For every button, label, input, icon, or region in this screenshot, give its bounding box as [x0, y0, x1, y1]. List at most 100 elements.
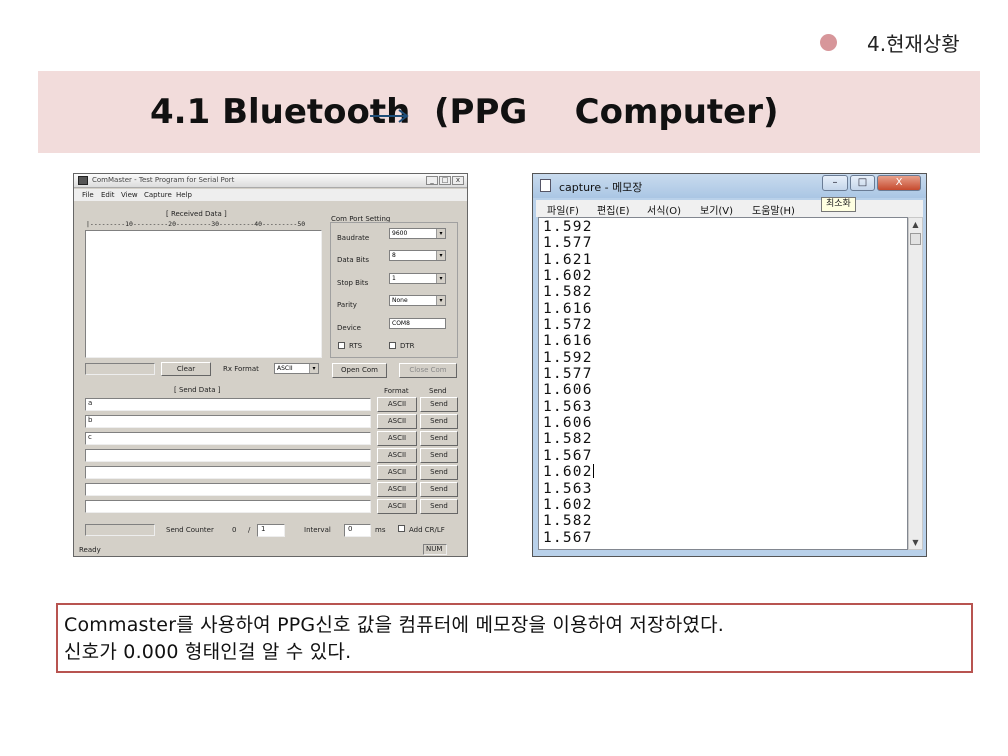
send-input-2[interactable]: b: [85, 415, 371, 428]
format-button-4[interactable]: ASCII: [377, 448, 417, 463]
send-input-4[interactable]: [85, 449, 371, 462]
menu-edit[interactable]: 편집(E): [597, 202, 630, 217]
send-button-6[interactable]: Send: [420, 482, 458, 497]
send-button-1[interactable]: Send: [420, 397, 458, 412]
arrow-icon: [370, 109, 409, 123]
send-button-5[interactable]: Send: [420, 465, 458, 480]
notepad-line: 1.582: [543, 431, 593, 448]
send-counter-total-input[interactable]: 1: [257, 524, 285, 537]
send-input-1[interactable]: a: [85, 398, 371, 411]
maximize-button[interactable]: □: [439, 176, 451, 185]
received-data-label: [ Received Data ]: [166, 210, 227, 218]
databits-select[interactable]: 8 ▾: [389, 250, 446, 261]
add-crlf-label: Add CR/LF: [409, 526, 445, 534]
slide-title: 4.1 Bluetooth (PPG Computer): [150, 92, 779, 132]
menu-file[interactable]: 파일(F): [547, 202, 579, 217]
chevron-down-icon: ▾: [436, 296, 445, 305]
notepad-line: 1.572: [543, 317, 593, 334]
format-button-3[interactable]: ASCII: [377, 431, 417, 446]
notepad-line: 1.616: [543, 300, 593, 317]
menu-view[interactable]: 보기(V): [700, 202, 733, 217]
notepad-line: 1.592: [543, 219, 593, 235]
chevron-down-icon: ▾: [309, 364, 318, 373]
menu-edit[interactable]: Edit: [101, 191, 115, 199]
commaster-title: ComMaster - Test Program for Serial Port: [92, 176, 235, 184]
notepad-menubar: 파일(F) 편집(E) 서식(O) 보기(V) 도움말(H): [536, 200, 923, 217]
scroll-up-icon[interactable]: ▲: [909, 218, 922, 231]
menu-file[interactable]: File: [82, 191, 94, 199]
format-button-1[interactable]: ASCII: [377, 397, 417, 412]
format-button-7[interactable]: ASCII: [377, 499, 417, 514]
interval-unit: ms: [375, 526, 386, 534]
open-com-button[interactable]: Open Com: [332, 363, 387, 378]
commaster-window: ComMaster - Test Program for Serial Port…: [73, 173, 468, 557]
close-button[interactable]: x: [452, 176, 464, 185]
rts-label: RTS: [349, 342, 363, 350]
send-input-3[interactable]: c: [85, 432, 371, 445]
parity-value: None: [392, 297, 408, 304]
send-button-4[interactable]: Send: [420, 448, 458, 463]
notepad-line: 1.602: [543, 496, 593, 513]
send-input-7[interactable]: [85, 500, 371, 513]
scroll-thumb[interactable]: [910, 233, 921, 245]
notepad-line: 1.577: [543, 235, 593, 252]
menu-capture[interactable]: Capture: [144, 191, 172, 199]
send-counter-label: Send Counter: [166, 526, 214, 534]
send-input-6[interactable]: [85, 483, 371, 496]
clear-button[interactable]: Clear: [161, 362, 211, 376]
menu-help[interactable]: Help: [176, 191, 192, 199]
add-crlf-checkbox[interactable]: [398, 525, 405, 532]
close-com-button[interactable]: Close Com: [399, 363, 457, 378]
baudrate-select[interactable]: 9600 ▾: [389, 228, 446, 239]
stopbits-select[interactable]: 1 ▾: [389, 273, 446, 284]
notepad-text-area[interactable]: 1.592 1.577 1.621 1.602 1.582 1.616 1.572 1.616…: [538, 217, 908, 550]
caption-line-1: Commaster를 사용하여 PPG신호 값을 컴퓨터에 메모장을 이용하여 …: [64, 614, 725, 636]
minimize-button[interactable]: –: [822, 175, 848, 191]
notepad-line: 1.567: [543, 529, 593, 546]
device-input[interactable]: COM8: [389, 318, 446, 329]
send-counter-separator: /: [248, 526, 251, 534]
stopbits-label: Stop Bits: [337, 279, 369, 287]
port-setting-group: [330, 222, 458, 358]
send-button-7[interactable]: Send: [420, 499, 458, 514]
rx-format-select[interactable]: ASCII ▾: [274, 363, 319, 374]
send-input-5[interactable]: [85, 466, 371, 479]
text-caret: [592, 464, 594, 479]
rts-checkbox[interactable]: [338, 342, 345, 349]
interval-input[interactable]: 0: [344, 524, 371, 537]
format-button-2[interactable]: ASCII: [377, 414, 417, 429]
progress-field: [85, 524, 155, 536]
menu-help[interactable]: 도움말(H): [752, 202, 795, 217]
rx-format-label: Rx Format: [223, 365, 259, 373]
notepad-title: capture - 메모장: [559, 181, 643, 194]
scroll-down-icon[interactable]: ▼: [909, 536, 922, 549]
notepad-icon: [540, 179, 551, 192]
notepad-line: 1.582: [543, 513, 593, 530]
send-button-2[interactable]: Send: [420, 414, 458, 429]
commaster-menubar: File Edit View Capture Help: [74, 189, 467, 201]
close-button[interactable]: X: [877, 175, 921, 191]
caption-line-2: 신호가 0.000 형태인걸 알 수 있다.: [64, 641, 352, 663]
notepad-line: 1.616: [543, 333, 593, 350]
notepad-lines: 1.592 1.577 1.621 1.602 1.582 1.616 1.572 1.616…: [543, 219, 594, 546]
parity-select[interactable]: None ▾: [389, 295, 446, 306]
chevron-down-icon: ▾: [436, 274, 445, 283]
format-button-6[interactable]: ASCII: [377, 482, 417, 497]
received-data-area[interactable]: [85, 230, 322, 358]
menu-view[interactable]: View: [121, 191, 138, 199]
send-data-label: [ Send Data ]: [174, 386, 221, 394]
notepad-window: capture - 메모장 – □ X 파일(F) 편집(E) 서식(O) 보기…: [532, 173, 927, 557]
vertical-scrollbar[interactable]: ▲ ▼: [908, 217, 923, 550]
send-button-3[interactable]: Send: [420, 431, 458, 446]
notepad-line: 1.602: [543, 268, 593, 285]
baudrate-value: 9600: [392, 230, 408, 237]
format-button-5[interactable]: ASCII: [377, 465, 417, 480]
databits-label: Data Bits: [337, 256, 370, 264]
minimize-button[interactable]: _: [426, 176, 438, 185]
format-header: Format: [384, 387, 409, 395]
menu-format[interactable]: 서식(O): [647, 202, 681, 217]
baudrate-label: Baudrate: [337, 234, 370, 242]
maximize-button[interactable]: □: [850, 175, 875, 191]
dtr-checkbox[interactable]: [389, 342, 396, 349]
minimize-tooltip: 최소화: [821, 197, 856, 212]
